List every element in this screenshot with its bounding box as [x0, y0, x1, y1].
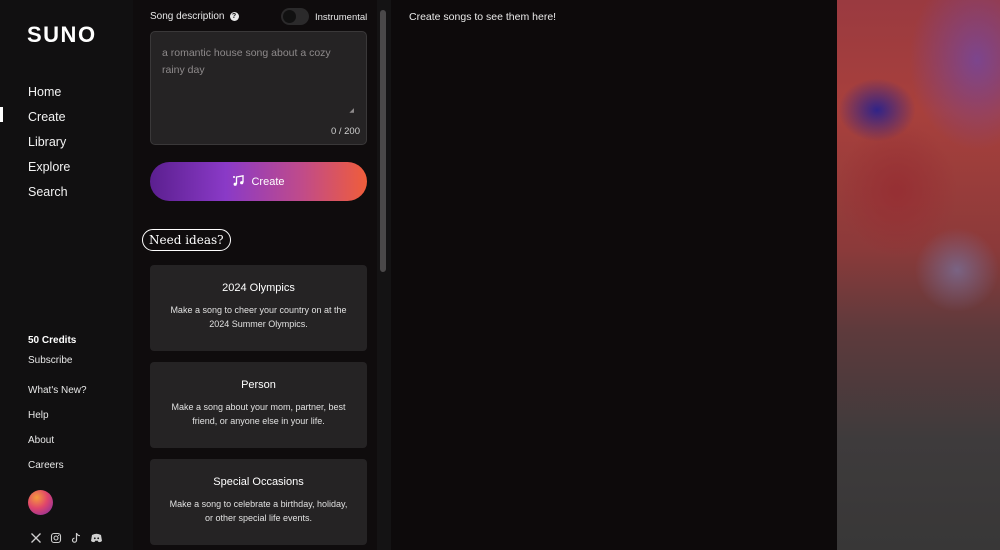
music-note-icon	[232, 174, 245, 190]
idea-card-title: Special Occasions	[213, 476, 304, 488]
nav-item-create[interactable]: Create	[0, 107, 133, 132]
song-description-input[interactable]: a romantic house song about a cozy rainy…	[150, 31, 367, 145]
idea-card-title: 2024 Olympics	[222, 282, 295, 294]
empty-songs-message: Create songs to see them here!	[409, 11, 557, 23]
scrollbar-thumb[interactable]	[380, 10, 386, 272]
create-button[interactable]: Create	[150, 162, 367, 201]
subscribe-link[interactable]: Subscribe	[28, 355, 72, 366]
need-ideas-heading: Need ideas?	[142, 229, 231, 251]
song-description-placeholder: a romantic house song about a cozy rainy…	[162, 47, 331, 76]
careers-link[interactable]: Careers	[28, 460, 64, 471]
idea-card-person[interactable]: Person Make a song about your mom, partn…	[150, 362, 367, 448]
create-button-label: Create	[251, 175, 285, 188]
discord-icon[interactable]	[90, 532, 103, 544]
nav-item-home[interactable]: Home	[0, 82, 133, 107]
social-links	[30, 532, 103, 544]
song-description-label: Song description ?	[150, 11, 239, 22]
x-icon[interactable]	[30, 532, 42, 544]
instrumental-toggle[interactable]	[281, 8, 309, 25]
main-nav: Home Create Library Explore Search	[0, 82, 133, 207]
tiktok-icon[interactable]	[70, 532, 82, 544]
nav-item-library[interactable]: Library	[0, 132, 133, 157]
credits-count: 50 Credits	[28, 335, 77, 346]
character-counter: 0 / 200	[330, 126, 360, 137]
help-icon[interactable]: ?	[229, 12, 239, 21]
suno-logo[interactable]: SUNO	[27, 22, 97, 48]
idea-card-title: Person	[241, 379, 276, 391]
instagram-icon[interactable]	[50, 532, 62, 544]
toggle-knob	[283, 10, 296, 23]
nav-item-explore[interactable]: Explore	[0, 157, 133, 182]
nav-item-search[interactable]: Search	[0, 182, 133, 207]
song-description-text: Song description	[150, 11, 225, 22]
about-link[interactable]: About	[28, 435, 54, 446]
avatar[interactable]	[28, 490, 53, 515]
whats-new-link[interactable]: What's New?	[28, 385, 87, 396]
idea-card-description: Make a song to cheer your country on at …	[170, 305, 347, 329]
idea-card-olympics[interactable]: 2024 Olympics Make a song to cheer your …	[150, 265, 367, 351]
sidebar: SUNO Home Create Library Explore Search …	[0, 0, 133, 550]
idea-card-description: Make a song to celebrate a birthday, hol…	[169, 499, 348, 523]
create-form: Song description ? Instrumental a romant…	[133, 0, 377, 550]
idea-card-description: Make a song about your mom, partner, bes…	[171, 402, 346, 426]
songs-panel: Create songs to see them here!	[391, 0, 837, 550]
instrumental-label: Instrumental	[315, 12, 368, 23]
cover-art-panel	[837, 0, 1000, 550]
help-link[interactable]: Help	[28, 410, 49, 421]
idea-card-special-occasions[interactable]: Special Occasions Make a song to celebra…	[150, 459, 367, 545]
form-scrollbar[interactable]	[377, 0, 391, 550]
resize-handle-icon[interactable]: ◢	[349, 107, 354, 114]
